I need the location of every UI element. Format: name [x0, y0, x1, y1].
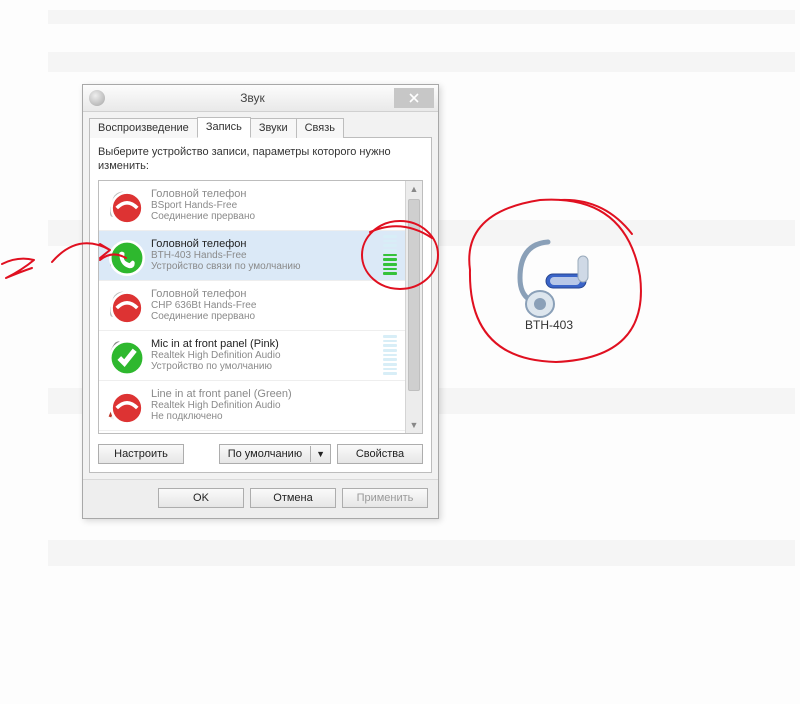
dialog-titlebar[interactable]: Звук [83, 85, 438, 112]
dialog-title: Звук [111, 91, 394, 105]
device-subtitle: BTH-403 Hands-Free [151, 250, 375, 262]
ok-button[interactable]: OK [158, 488, 244, 508]
device-status: Соединение прервано [151, 211, 375, 223]
device-status: Устройство связи по умолчанию [151, 261, 375, 273]
sound-icon [89, 90, 105, 106]
device-subtitle: Realtek High Definition Audio [151, 350, 375, 362]
level-meter-icon [383, 235, 397, 275]
device-icon [105, 186, 143, 224]
device-list-item[interactable]: Головной телефон BTH-403 Hands-Free Устр… [99, 231, 405, 281]
apply-button: Применить [342, 488, 428, 508]
device-icon [105, 336, 143, 374]
device-list-item[interactable]: Mic in at front panel (Pink) Realtek Hig… [99, 331, 405, 381]
page-decor [48, 540, 795, 566]
tab-playback[interactable]: Воспроизведение [89, 118, 198, 138]
scrollbar[interactable]: ▲ ▼ [405, 181, 422, 433]
device-icon [105, 286, 143, 324]
device-list-item[interactable]: Головной телефон BSport Hands-Free Соеди… [99, 181, 405, 231]
device-name: Line in at front panel (Green) [151, 388, 375, 400]
cancel-button[interactable]: Отмена [250, 488, 336, 508]
device-name: Mic in at front panel (Pink) [151, 338, 375, 350]
device-icon [105, 236, 143, 274]
device-list-item[interactable]: Line in at front panel (Green) Realtek H… [99, 381, 405, 431]
device-list: Головной телефон BSport Hands-Free Соеди… [98, 180, 423, 434]
device-status: Не подключено [151, 411, 375, 423]
bluetooth-device-label: BTH-403 [525, 318, 573, 332]
device-list-item[interactable]: Головной телефон CHP 636Bt Hands-Free Со… [99, 281, 405, 331]
set-default-button[interactable]: По умолчанию ▼ [219, 444, 331, 464]
scroll-up-button[interactable]: ▲ [406, 181, 422, 197]
device-name: Головной телефон [151, 288, 375, 300]
instruction-text: Выберите устройство записи, параметры ко… [98, 146, 423, 174]
tab-sounds[interactable]: Звуки [250, 118, 297, 138]
properties-button[interactable]: Свойства [337, 444, 423, 464]
device-status: Устройство по умолчанию [151, 361, 375, 373]
set-default-label: По умолчанию [220, 445, 310, 463]
sound-dialog: Звук Воспроизведение Запись Звуки Связь … [82, 84, 439, 519]
tab-recording[interactable]: Запись [197, 117, 251, 138]
close-button[interactable] [394, 88, 434, 108]
device-status: Соединение прервано [151, 311, 375, 323]
device-name: Головной телефон [151, 188, 375, 200]
level-meter-icon [383, 335, 397, 375]
dialog-footer: OK Отмена Применить [83, 479, 438, 518]
chevron-down-icon[interactable]: ▼ [310, 446, 330, 462]
tab-panel-recording: Выберите устройство записи, параметры ко… [89, 137, 432, 473]
scroll-thumb[interactable] [408, 199, 420, 391]
configure-button[interactable]: Настроить [98, 444, 184, 464]
device-name: Головной телефон [151, 238, 375, 250]
tab-communications[interactable]: Связь [296, 118, 344, 138]
device-subtitle: CHP 636Bt Hands-Free [151, 300, 375, 312]
page-decor [48, 52, 795, 72]
scroll-down-button[interactable]: ▼ [406, 417, 422, 433]
device-icon [105, 386, 143, 424]
page-decor [48, 10, 795, 24]
bluetooth-headset-image [500, 234, 600, 327]
tab-strip: Воспроизведение Запись Звуки Связь [83, 112, 438, 137]
device-subtitle: BSport Hands-Free [151, 200, 375, 212]
device-subtitle: Realtek High Definition Audio [151, 400, 375, 412]
